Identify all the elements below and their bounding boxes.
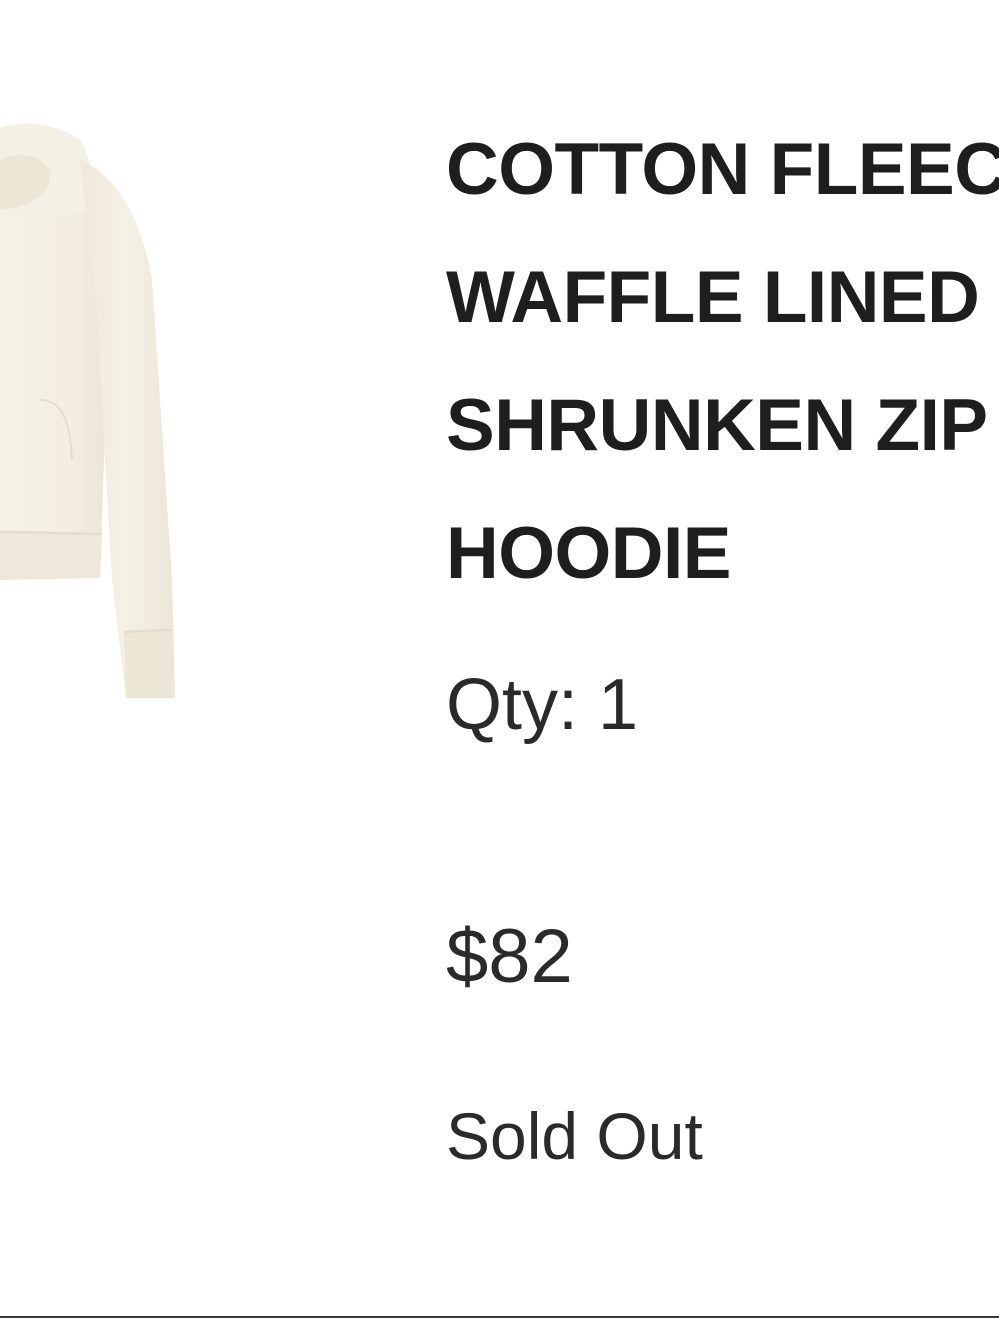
product-title[interactable]: COTTON FLEECE WAFFLE LINED SHRUNKEN ZIP … [446, 106, 999, 618]
product-title-line-3: SHRUNKEN ZIP [446, 385, 988, 466]
product-info: COTTON FLEECE WAFFLE LINED SHRUNKEN ZIP … [446, 0, 999, 1300]
product-image[interactable] [0, 100, 200, 720]
price-label: $82 [446, 914, 573, 999]
divider [0, 1316, 999, 1318]
hoodie-icon [0, 123, 175, 698]
product-title-line-1: COTTON FLEECE [446, 129, 999, 210]
stock-status: Sold Out [446, 1099, 703, 1173]
quantity-label: Qty: 1 [446, 665, 639, 745]
product-title-line-2: WAFFLE LINED [446, 257, 980, 338]
product-title-line-4: HOODIE [446, 513, 731, 594]
cart-line-item: COTTON FLEECE WAFFLE LINED SHRUNKEN ZIP … [0, 0, 999, 1333]
